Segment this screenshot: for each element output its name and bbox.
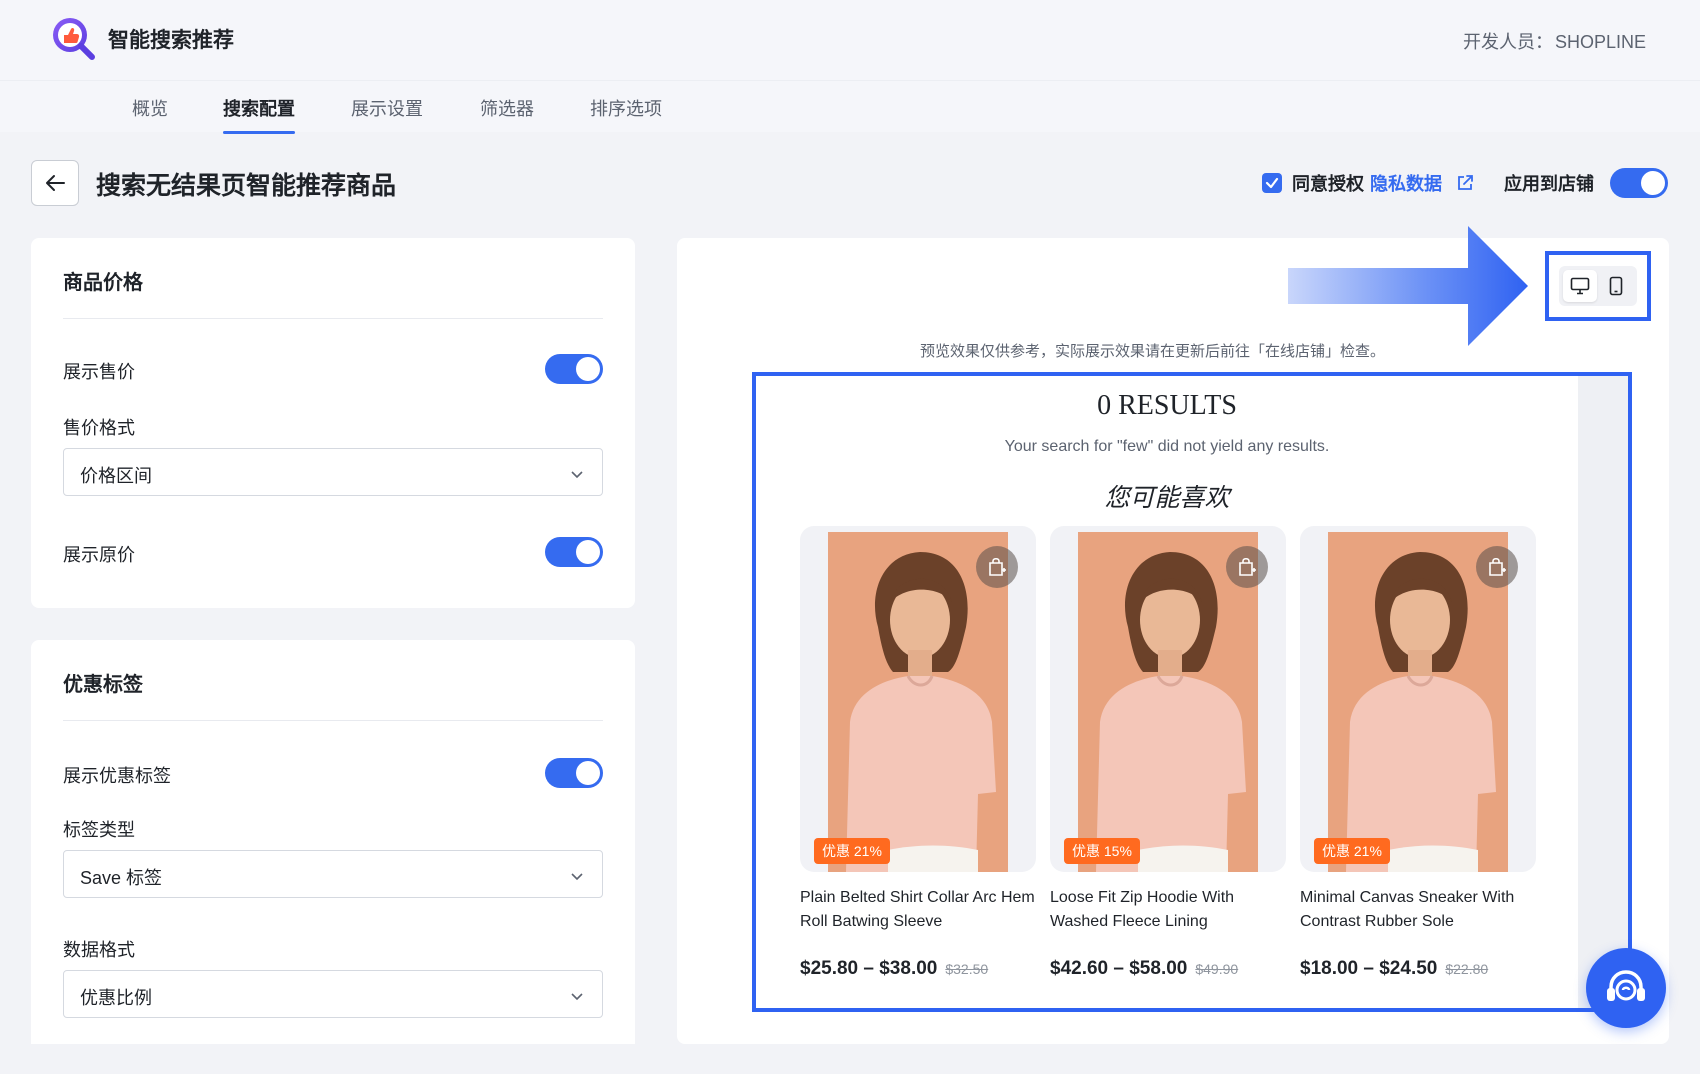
tab-search-config[interactable]: 搜索配置 — [223, 95, 295, 134]
show-price-toggle[interactable] — [545, 354, 603, 384]
price-card-title: 商品价格 — [63, 272, 143, 294]
tab-overview[interactable]: 概览 — [132, 95, 168, 121]
annotation-arrow-icon — [1288, 226, 1528, 346]
sale-price: $25.80 – $38.00 — [800, 958, 938, 979]
scroll-gutter — [1578, 376, 1628, 1008]
show-discount-tag-toggle[interactable] — [545, 758, 603, 788]
data-format-label: 数据格式 — [63, 940, 135, 960]
product-image[interactable]: 优惠 15% — [1050, 526, 1286, 872]
desktop-view-button[interactable] — [1563, 270, 1597, 302]
shopping-bag-icon — [1239, 557, 1256, 576]
divider — [63, 318, 603, 319]
price-format-label: 售价格式 — [63, 418, 135, 438]
desktop-icon — [1570, 277, 1590, 295]
customer-support-button[interactable] — [1586, 948, 1666, 1028]
show-original-price-toggle[interactable] — [545, 537, 603, 567]
discount-card-title: 优惠标签 — [63, 674, 143, 696]
product-image[interactable]: 优惠 21% — [1300, 526, 1536, 872]
back-button[interactable] — [31, 160, 79, 206]
divider — [63, 720, 603, 721]
discount-badge: 优惠 21% — [1314, 838, 1390, 864]
consent-label: 同意授权 — [1292, 174, 1364, 194]
tag-type-select[interactable]: Save 标签 — [63, 850, 603, 898]
sale-price: $42.60 – $58.00 — [1050, 958, 1188, 979]
discount-tag-card: 优惠标签 展示优惠标签 标签类型 Save 标签 数据格式 优惠比例 — [31, 640, 635, 1044]
check-icon — [1265, 177, 1279, 189]
page-title: 搜索无结果页智能推荐商品 — [96, 172, 397, 200]
add-to-cart-button[interactable] — [1476, 546, 1518, 588]
product-image[interactable]: 优惠 21% — [800, 526, 1036, 872]
product-price: $25.80 – $38.00 $32.50 — [800, 958, 988, 980]
show-discount-tag-label: 展示优惠标签 — [63, 766, 171, 786]
discount-badge: 优惠 15% — [1064, 838, 1140, 864]
chevron-down-icon — [571, 471, 583, 479]
developer-label: 开发人员： — [1462, 32, 1553, 52]
chevron-down-icon — [571, 993, 583, 1001]
product-price: $18.00 – $24.50 $22.80 — [1300, 958, 1488, 980]
app-title: 智能搜索推荐 — [108, 29, 234, 52]
data-format-select[interactable]: 优惠比例 — [63, 970, 603, 1018]
arrow-left-icon — [46, 175, 65, 191]
tab-display-settings[interactable]: 展示设置 — [351, 95, 423, 121]
external-link-icon[interactable] — [1456, 174, 1474, 192]
mobile-icon — [1609, 276, 1623, 296]
add-to-cart-button[interactable] — [1226, 546, 1268, 588]
device-switcher-highlight — [1545, 251, 1651, 321]
apply-to-store-label: 应用到店铺 — [1504, 174, 1594, 194]
consent-checkbox[interactable] — [1262, 173, 1282, 193]
sale-price: $18.00 – $24.50 — [1300, 958, 1438, 979]
shopping-bag-icon — [989, 557, 1006, 576]
product-price: $42.60 – $58.00 $49.90 — [1050, 958, 1238, 980]
results-subtitle: Your search for "few" did not yield any … — [1004, 438, 1330, 455]
preview-frame: 0 RESULTS Your search for "few" did not … — [752, 372, 1632, 1012]
original-price: $22.80 — [1445, 961, 1489, 977]
recommend-title: 您可能喜欢 — [1104, 485, 1230, 512]
product-name[interactable]: Plain Belted Shirt Collar Arc Hem Roll B… — [800, 886, 1040, 934]
app-logo-icon — [53, 18, 95, 60]
add-to-cart-button[interactable] — [976, 546, 1018, 588]
tab-filters[interactable]: 筛选器 — [480, 95, 534, 121]
results-title: 0 RESULTS — [1097, 390, 1237, 421]
price-format-value: 价格区间 — [80, 466, 152, 486]
original-price: $49.90 — [1195, 961, 1239, 977]
product-photo — [828, 532, 1008, 872]
product-photo — [1078, 532, 1258, 872]
device-switcher — [1559, 266, 1637, 306]
tab-sort-options[interactable]: 排序选项 — [590, 95, 662, 121]
consent-row: 同意授权 隐私数据 — [1262, 170, 1474, 196]
tag-type-label: 标签类型 — [63, 820, 135, 840]
developer-name: SHOPLINE — [1554, 32, 1646, 52]
shopping-bag-icon — [1489, 557, 1506, 576]
show-price-label: 展示售价 — [63, 362, 135, 382]
price-format-select[interactable]: 价格区间 — [63, 448, 603, 496]
headset-icon — [1607, 970, 1645, 1001]
tag-type-value: Save 标签 — [80, 868, 163, 888]
apply-to-store-toggle[interactable] — [1610, 168, 1668, 198]
product-photo — [1328, 532, 1508, 872]
preview-note: 预览效果仅供参考，实际展示效果请在更新后前往「在线店铺」检查。 — [920, 343, 1386, 360]
original-price: $32.50 — [945, 961, 989, 977]
main-tabs: 概览 搜索配置 展示设置 筛选器 排序选项 — [0, 80, 1700, 134]
discount-badge: 优惠 21% — [814, 838, 890, 864]
price-settings-card: 商品价格 展示售价 售价格式 价格区间 展示原价 — [31, 238, 635, 608]
data-format-value: 优惠比例 — [80, 988, 152, 1008]
top-bar: 智能搜索推荐 开发人员： SHOPLINE — [0, 0, 1700, 80]
product-name[interactable]: Loose Fit Zip Hoodie With Washed Fleece … — [1050, 886, 1290, 934]
show-original-price-label: 展示原价 — [63, 545, 135, 565]
privacy-data-link[interactable]: 隐私数据 — [1370, 170, 1442, 196]
developer-info: 开发人员： SHOPLINE — [1461, 28, 1646, 54]
mobile-view-button[interactable] — [1599, 270, 1633, 302]
product-name[interactable]: Minimal Canvas Sneaker With Contrast Rub… — [1300, 886, 1540, 934]
chevron-down-icon — [571, 873, 583, 881]
